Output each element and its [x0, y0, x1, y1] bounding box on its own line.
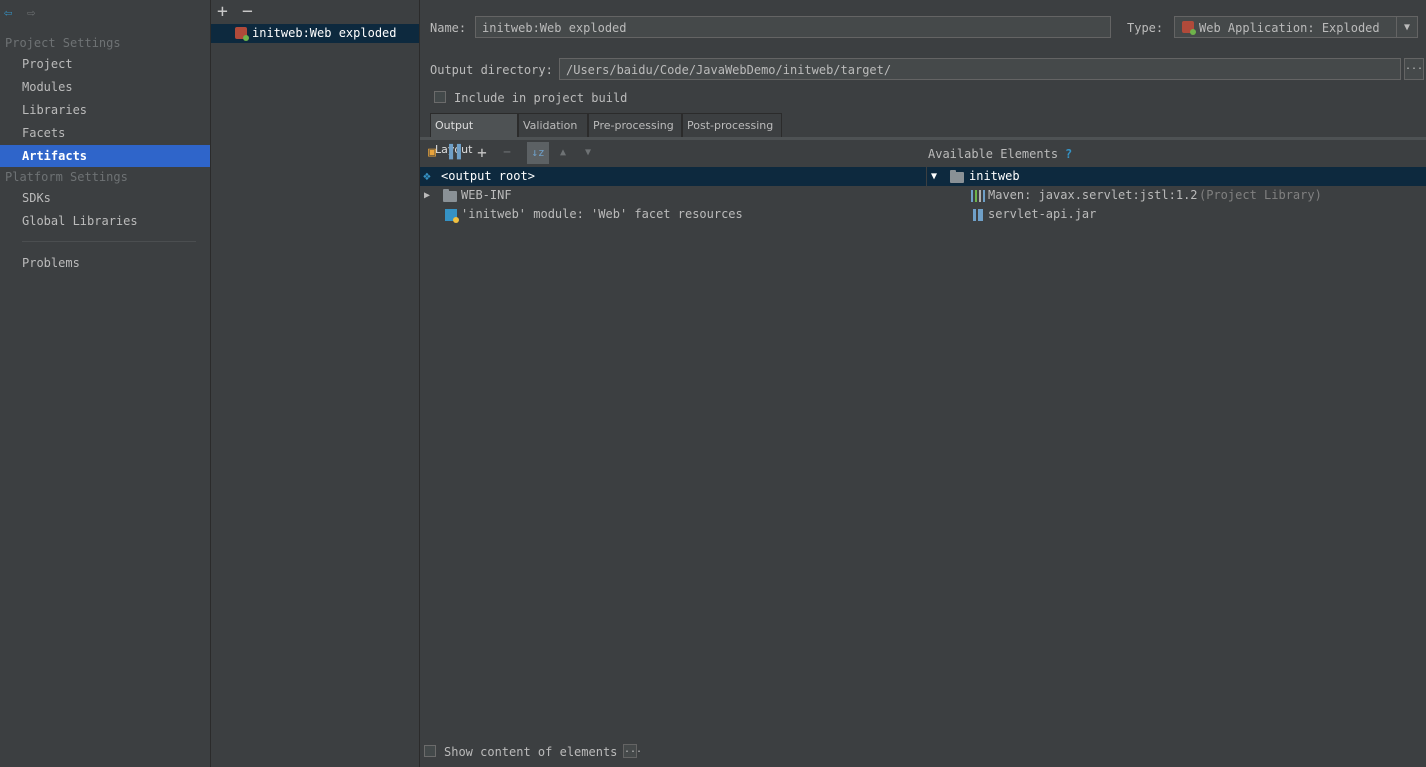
tab-validation[interactable]: Validation: [518, 113, 588, 137]
remove-artifact-button[interactable]: −: [242, 1, 253, 22]
tab-underline: [420, 137, 1426, 140]
folder-icon: [443, 189, 457, 202]
module-folder-icon: [950, 170, 964, 183]
tab-output-layout[interactable]: Output Layout: [430, 113, 518, 156]
settings-nav: ⇦ ⇨ Project Settings Project Modules Lib…: [0, 0, 211, 767]
nav-item-problems[interactable]: Problems: [0, 252, 210, 274]
tree-row-web-inf[interactable]: ▶ WEB-INF: [420, 186, 926, 205]
add-artifact-button[interactable]: +: [217, 1, 228, 22]
chevron-down-icon[interactable]: ▼: [1396, 17, 1417, 37]
nav-item-artifacts[interactable]: Artifacts: [0, 145, 210, 167]
name-label: Name:: [430, 21, 467, 35]
web-exploded-icon: [1182, 21, 1196, 35]
back-arrow-icon[interactable]: ⇦: [4, 5, 12, 21]
artifacts-list-panel: + − initweb:Web exploded: [211, 0, 420, 767]
artifact-item-label: initweb:Web exploded: [252, 26, 397, 40]
nav-item-facets[interactable]: Facets: [0, 122, 210, 144]
type-select[interactable]: Web Application: Exploded ▼: [1174, 16, 1418, 38]
tab-pre-processing[interactable]: Pre-processing: [588, 113, 682, 137]
remove-icon[interactable]: −: [499, 145, 515, 161]
type-label: Type:: [1127, 21, 1164, 35]
create-directory-icon[interactable]: ▣: [424, 145, 440, 161]
nav-item-global-libraries[interactable]: Global Libraries: [0, 210, 210, 232]
library-icon: [971, 190, 985, 202]
nav-item-project[interactable]: Project: [0, 53, 210, 75]
create-archive-icon[interactable]: ▌▌: [449, 145, 465, 161]
include-in-build-checkbox[interactable]: [434, 91, 446, 103]
add-copy-icon[interactable]: +: [474, 145, 490, 161]
jstl-library-label: Maven: javax.servlet:jstl:1.2: [988, 188, 1198, 202]
chevron-down-icon[interactable]: ▼: [931, 167, 937, 186]
show-content-options-button[interactable]: ...: [623, 744, 642, 758]
available-row-jstl[interactable]: Maven: javax.servlet:jstl:1.2 (Project L…: [927, 186, 1426, 205]
platform-settings-header: Platform Settings: [5, 170, 128, 184]
servlet-api-label: servlet-api.jar: [988, 207, 1097, 221]
type-select-value: Web Application: Exploded: [1199, 21, 1380, 35]
artifact-list-item[interactable]: initweb:Web exploded: [211, 24, 419, 43]
web-exploded-icon: [235, 27, 249, 41]
nav-item-sdks[interactable]: SDKs: [0, 187, 210, 209]
module-icon: [445, 209, 459, 223]
tree-row-facet-resources[interactable]: 'initweb' module: 'Web' facet resources: [420, 205, 926, 224]
nav-divider: [22, 241, 196, 242]
web-inf-label: WEB-INF: [461, 188, 512, 202]
available-module-label: initweb: [969, 169, 1020, 183]
name-input[interactable]: initweb:Web exploded: [475, 16, 1111, 38]
facet-resources-label: 'initweb' module: 'Web' facet resources: [461, 207, 743, 221]
output-directory-input[interactable]: /Users/baidu/Code/JavaWebDemo/initweb/ta…: [559, 58, 1401, 80]
move-down-icon[interactable]: ▼: [580, 145, 596, 161]
include-in-build-label: Include in project build: [454, 91, 628, 105]
tree-row-output-root[interactable]: ❖ <output root>: [420, 167, 926, 186]
forward-arrow-icon[interactable]: ⇨: [27, 5, 35, 21]
output-root-icon: ❖: [423, 169, 431, 184]
tab-post-processing[interactable]: Post-processing: [682, 113, 782, 137]
nav-item-modules[interactable]: Modules: [0, 76, 210, 98]
nav-item-libraries[interactable]: Libraries: [0, 99, 210, 121]
chevron-right-icon[interactable]: ▶: [424, 186, 430, 205]
move-up-icon[interactable]: ▲: [555, 145, 571, 161]
browse-directory-button[interactable]: ...: [1404, 58, 1424, 80]
output-root-label: <output root>: [441, 169, 535, 183]
available-row-servlet-api[interactable]: servlet-api.jar: [927, 205, 1426, 224]
output-directory-label: Output directory:: [430, 63, 553, 77]
available-elements-header: Available Elements: [928, 147, 1059, 161]
sort-elements-icon[interactable]: ↓z: [527, 142, 549, 164]
jar-icon: [973, 209, 983, 221]
help-icon[interactable]: ?: [1065, 147, 1072, 161]
project-settings-header: Project Settings: [5, 36, 121, 50]
library-scope-label: (Project Library): [1199, 188, 1322, 202]
available-row-initweb[interactable]: ▼ initweb: [927, 167, 1426, 186]
show-content-label: Show content of elements: [444, 745, 618, 759]
show-content-checkbox[interactable]: [424, 745, 436, 757]
